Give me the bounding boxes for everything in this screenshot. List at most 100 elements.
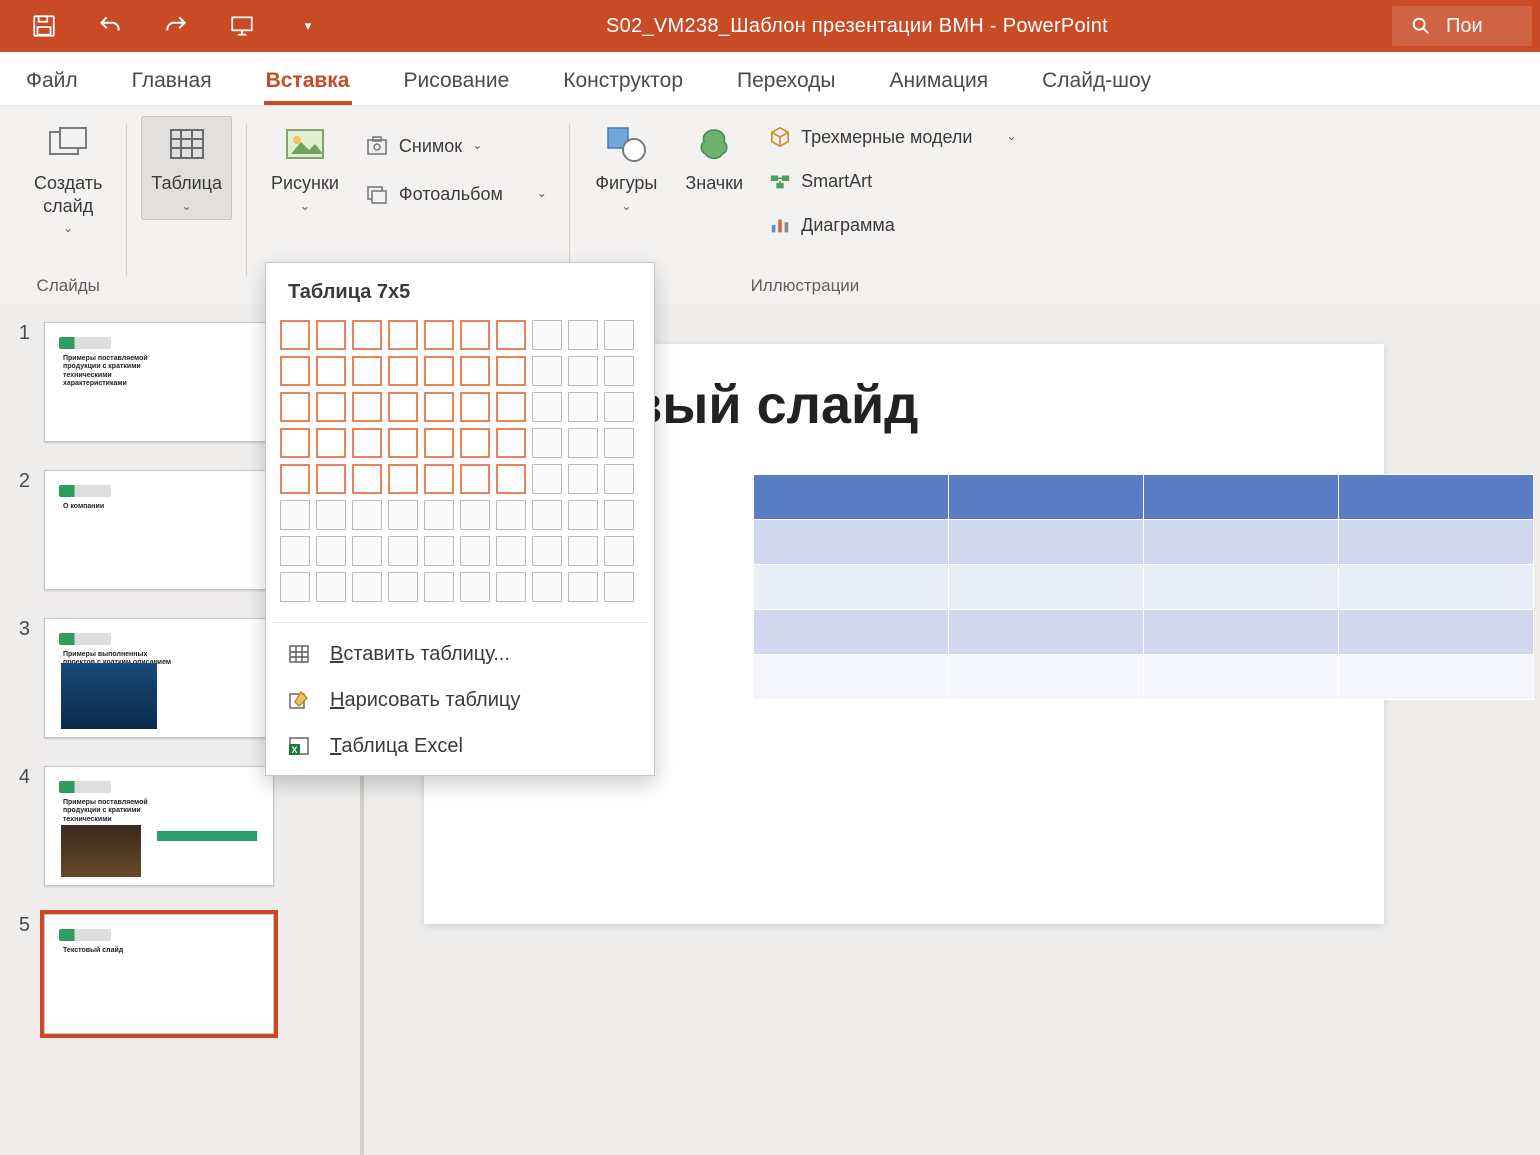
table-grid-cell[interactable] — [316, 428, 346, 458]
table-grid-cell[interactable] — [316, 500, 346, 530]
table-grid-cell[interactable] — [568, 356, 598, 386]
table-grid-cell[interactable] — [424, 536, 454, 566]
table-grid-cell[interactable] — [532, 428, 562, 458]
table-grid-cell[interactable] — [424, 356, 454, 386]
table-grid-cell[interactable] — [352, 392, 382, 422]
table-grid-cell[interactable] — [388, 428, 418, 458]
table-button[interactable]: Таблица ⌄ — [141, 116, 232, 220]
table-grid-cell[interactable] — [280, 464, 310, 494]
table-grid-cell[interactable] — [460, 464, 490, 494]
table-grid-cell[interactable] — [388, 464, 418, 494]
chart-button[interactable]: Диаграмма — [761, 210, 1024, 240]
table-grid-cell[interactable] — [604, 320, 634, 350]
table-grid-cell[interactable] — [568, 392, 598, 422]
table-grid-cell[interactable] — [388, 500, 418, 530]
table-grid-cell[interactable] — [424, 320, 454, 350]
table-grid-cell[interactable] — [460, 536, 490, 566]
table-grid-cell[interactable] — [496, 572, 526, 602]
table-grid-cell[interactable] — [280, 572, 310, 602]
table-grid-cell[interactable] — [604, 356, 634, 386]
undo-icon[interactable] — [96, 12, 124, 40]
slide-thumb-row[interactable]: 5Текстовый слайд — [14, 914, 346, 1034]
pictures-button[interactable]: Рисунки ⌄ — [261, 116, 349, 220]
tab-slideshow[interactable]: Слайд-шоу — [1040, 59, 1153, 105]
photo-album-button[interactable]: Фотоальбом ⌄ — [357, 178, 555, 210]
table-grid-cell[interactable] — [352, 356, 382, 386]
table-grid-cell[interactable] — [280, 356, 310, 386]
table-grid-cell[interactable] — [352, 320, 382, 350]
table-grid-cell[interactable] — [532, 500, 562, 530]
tab-design[interactable]: Конструктор — [561, 59, 685, 105]
table-grid-cell[interactable] — [532, 356, 562, 386]
table-grid-cell[interactable] — [424, 428, 454, 458]
3d-models-button[interactable]: Трехмерные модели ⌄ — [761, 122, 1024, 152]
table-grid-cell[interactable] — [604, 572, 634, 602]
table-grid-cell[interactable] — [388, 536, 418, 566]
table-grid-cell[interactable] — [460, 428, 490, 458]
smartart-button[interactable]: SmartArt — [761, 166, 1024, 196]
slide-thumbnail[interactable]: Примеры выполненных проектов с кратким о… — [44, 618, 274, 738]
table-grid-cell[interactable] — [280, 320, 310, 350]
table-grid-cell[interactable] — [496, 428, 526, 458]
search-box[interactable]: Пои — [1392, 6, 1532, 46]
slide-thumb-row[interactable]: 4Примеры поставляемой продукции с кратки… — [14, 766, 346, 886]
table-grid-cell[interactable] — [568, 464, 598, 494]
table-grid-cell[interactable] — [604, 500, 634, 530]
table-grid-cell[interactable] — [316, 320, 346, 350]
table-grid-cell[interactable] — [496, 464, 526, 494]
slide-thumbnail[interactable]: Текстовый слайд — [44, 914, 274, 1034]
table-grid-cell[interactable] — [316, 572, 346, 602]
table-grid-cell[interactable] — [352, 536, 382, 566]
table-grid-cell[interactable] — [568, 500, 598, 530]
tab-home[interactable]: Главная — [130, 59, 214, 105]
table-grid-cell[interactable] — [568, 572, 598, 602]
table-grid-cell[interactable] — [496, 500, 526, 530]
tab-animations[interactable]: Анимация — [888, 59, 991, 105]
table-grid-cell[interactable] — [388, 356, 418, 386]
table-grid-cell[interactable] — [532, 464, 562, 494]
table-grid-cell[interactable] — [316, 392, 346, 422]
table-grid-cell[interactable] — [460, 500, 490, 530]
table-grid-cell[interactable] — [460, 320, 490, 350]
table-grid-cell[interactable] — [496, 392, 526, 422]
table-grid-cell[interactable] — [316, 356, 346, 386]
table-grid-cell[interactable] — [280, 500, 310, 530]
table-grid-cell[interactable] — [316, 464, 346, 494]
table-grid-cell[interactable] — [604, 392, 634, 422]
new-slide-button[interactable]: Создать слайд ⌄ — [24, 116, 112, 242]
table-grid-cell[interactable] — [352, 572, 382, 602]
table-grid-cell[interactable] — [568, 536, 598, 566]
table-grid-cell[interactable] — [424, 500, 454, 530]
table-grid-cell[interactable] — [496, 320, 526, 350]
table-grid-cell[interactable] — [496, 356, 526, 386]
table-size-grid[interactable] — [266, 316, 654, 620]
slide-thumbnail[interactable]: Примеры поставляемой продукции с кратким… — [44, 322, 274, 442]
tab-draw[interactable]: Рисование — [402, 59, 512, 105]
table-grid-cell[interactable] — [568, 428, 598, 458]
screenshot-button[interactable]: Снимок ⌄ — [357, 130, 555, 162]
table-grid-cell[interactable] — [424, 572, 454, 602]
excel-table-item[interactable]: X Таблица Excel — [266, 723, 654, 769]
icons-button[interactable]: Значки — [675, 116, 753, 201]
table-grid-cell[interactable] — [460, 392, 490, 422]
tab-file[interactable]: Файл — [24, 59, 80, 105]
table-grid-cell[interactable] — [424, 464, 454, 494]
table-grid-cell[interactable] — [604, 428, 634, 458]
present-icon[interactable] — [228, 12, 256, 40]
save-icon[interactable] — [30, 12, 58, 40]
table-grid-cell[interactable] — [280, 392, 310, 422]
table-dropdown[interactable]: Таблица 7x5 Вставить таблицу... Нарисова… — [265, 262, 655, 776]
table-grid-cell[interactable] — [352, 464, 382, 494]
table-grid-cell[interactable] — [532, 572, 562, 602]
table-grid-cell[interactable] — [280, 536, 310, 566]
table-grid-cell[interactable] — [280, 428, 310, 458]
table-grid-cell[interactable] — [424, 392, 454, 422]
table-grid-cell[interactable] — [568, 320, 598, 350]
tab-transitions[interactable]: Переходы — [735, 59, 838, 105]
table-grid-cell[interactable] — [316, 536, 346, 566]
table-grid-cell[interactable] — [532, 536, 562, 566]
table-grid-cell[interactable] — [460, 572, 490, 602]
table-grid-cell[interactable] — [532, 320, 562, 350]
tab-insert[interactable]: Вставка — [264, 59, 352, 105]
table-grid-cell[interactable] — [532, 392, 562, 422]
